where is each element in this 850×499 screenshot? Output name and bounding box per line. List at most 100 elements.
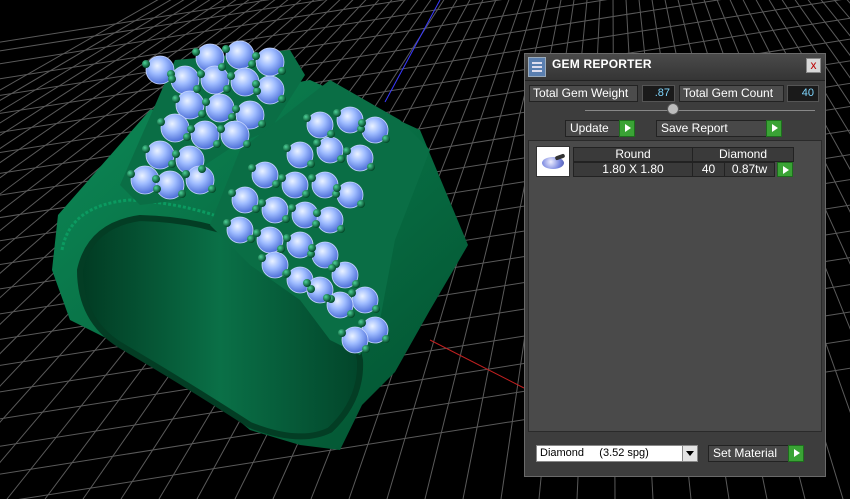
prong-bead	[157, 118, 165, 126]
prong-bead	[358, 119, 366, 127]
prong-bead	[302, 190, 310, 198]
grid-line	[825, 0, 850, 499]
gem-weight-cell: 0.87tw	[724, 162, 775, 177]
prong-bead	[213, 140, 221, 148]
material-select[interactable]: Diamond (3.52 spg)	[536, 445, 698, 462]
prong-bead	[307, 160, 315, 168]
prong-bead	[327, 130, 335, 138]
set-material-button-label: Set Material	[713, 446, 778, 460]
slider-handle[interactable]	[667, 103, 679, 115]
prong-bead	[253, 87, 261, 95]
prong-bead	[283, 234, 291, 242]
prong-bead	[168, 75, 176, 83]
play-arrow-icon	[788, 445, 804, 462]
prong-bead	[338, 329, 346, 337]
prong-bead	[308, 174, 316, 182]
prong-bead	[328, 264, 336, 272]
prong-bead	[198, 110, 206, 118]
prong-bead	[182, 170, 190, 178]
prong-bead	[248, 60, 256, 68]
prong-bead	[343, 147, 351, 155]
prong-bead	[333, 109, 341, 117]
gem-shape-cell: Round	[573, 147, 693, 162]
prong-bead	[228, 189, 236, 197]
prong-bead	[178, 190, 186, 198]
prong-bead	[372, 305, 380, 313]
prong-bead	[152, 175, 160, 183]
total-gem-weight-label: Total Gem Weight	[529, 85, 638, 102]
prong-bead	[348, 289, 356, 297]
prong-bead	[193, 85, 201, 93]
gem-report-list: Round Diamond 1.80 X 1.80 40 0.87tw	[528, 140, 822, 432]
gem-reporter-panel: GEM REPORTER x Total Gem Weight .87 Tota…	[524, 53, 826, 477]
prong-bead	[192, 48, 200, 56]
prong-bead	[278, 95, 286, 103]
round-gem-thumbnail-icon	[536, 146, 570, 177]
total-gem-count-label: Total Gem Count	[679, 85, 784, 102]
prong-bead	[248, 164, 256, 172]
prong-bead	[198, 165, 206, 173]
prong-bead	[277, 245, 285, 253]
prong-bead	[272, 180, 280, 188]
prong-bead	[382, 335, 390, 343]
prong-bead	[232, 105, 240, 113]
set-material-button[interactable]: Set Material	[708, 445, 804, 462]
prong-bead	[278, 174, 286, 182]
prong-bead	[357, 200, 365, 208]
prong-bead	[303, 114, 311, 122]
prong-bead	[258, 199, 266, 207]
prong-bead	[288, 204, 296, 212]
prong-bead	[243, 140, 251, 148]
prong-bead	[282, 215, 290, 223]
prong-bead	[218, 63, 226, 71]
prong-bead	[217, 125, 225, 133]
prong-bead	[308, 244, 316, 252]
prong-bead	[347, 310, 355, 318]
prong-bead	[168, 160, 176, 168]
total-gem-count-value: 40	[787, 85, 819, 102]
prong-bead	[223, 85, 231, 93]
play-arrow-icon	[766, 120, 782, 137]
prong-bead	[337, 155, 345, 163]
row-select-arrow-icon[interactable]	[777, 162, 793, 177]
title-bar[interactable]: GEM REPORTER x	[525, 54, 825, 81]
prong-bead	[258, 254, 266, 262]
gem-material-cell: Diamond	[692, 147, 794, 162]
prong-bead	[142, 145, 150, 153]
prong-bead	[223, 219, 231, 227]
prong-bead	[283, 269, 291, 277]
prong-bead	[278, 67, 286, 75]
prong-bead	[252, 80, 260, 88]
prong-bead	[153, 185, 161, 193]
grid-line	[831, 0, 850, 499]
prong-bead	[352, 280, 360, 288]
save-report-button-label: Save Report	[661, 121, 728, 135]
prong-bead	[187, 125, 195, 133]
prong-bead	[313, 139, 321, 147]
chevron-down-icon[interactable]	[682, 446, 697, 461]
save-report-button[interactable]: Save Report	[656, 120, 782, 137]
slider-track[interactable]	[585, 110, 815, 111]
x-axis-line	[429, 339, 525, 389]
total-gem-weight-value: .87	[642, 85, 675, 102]
update-button-label: Update	[570, 121, 609, 135]
prong-bead	[337, 225, 345, 233]
gem-size-cell: 1.80 X 1.80	[573, 162, 693, 177]
prong-bead	[303, 279, 311, 287]
prong-bead	[127, 170, 135, 178]
gem-reporter-icon	[528, 57, 546, 77]
prong-bead	[358, 319, 366, 327]
prong-bead	[172, 95, 180, 103]
ring-model	[52, 40, 468, 450]
prong-bead	[227, 72, 235, 80]
prong-bead	[142, 60, 150, 68]
update-button[interactable]: Update	[565, 120, 635, 137]
close-button[interactable]: x	[806, 58, 821, 73]
prong-bead	[252, 52, 260, 60]
prong-bead	[362, 345, 370, 353]
gem-count-cell: 40	[692, 162, 725, 177]
prong-bead	[228, 113, 236, 121]
prong-bead	[283, 144, 291, 152]
prong-bead	[313, 209, 321, 217]
prong-bead	[197, 70, 205, 78]
